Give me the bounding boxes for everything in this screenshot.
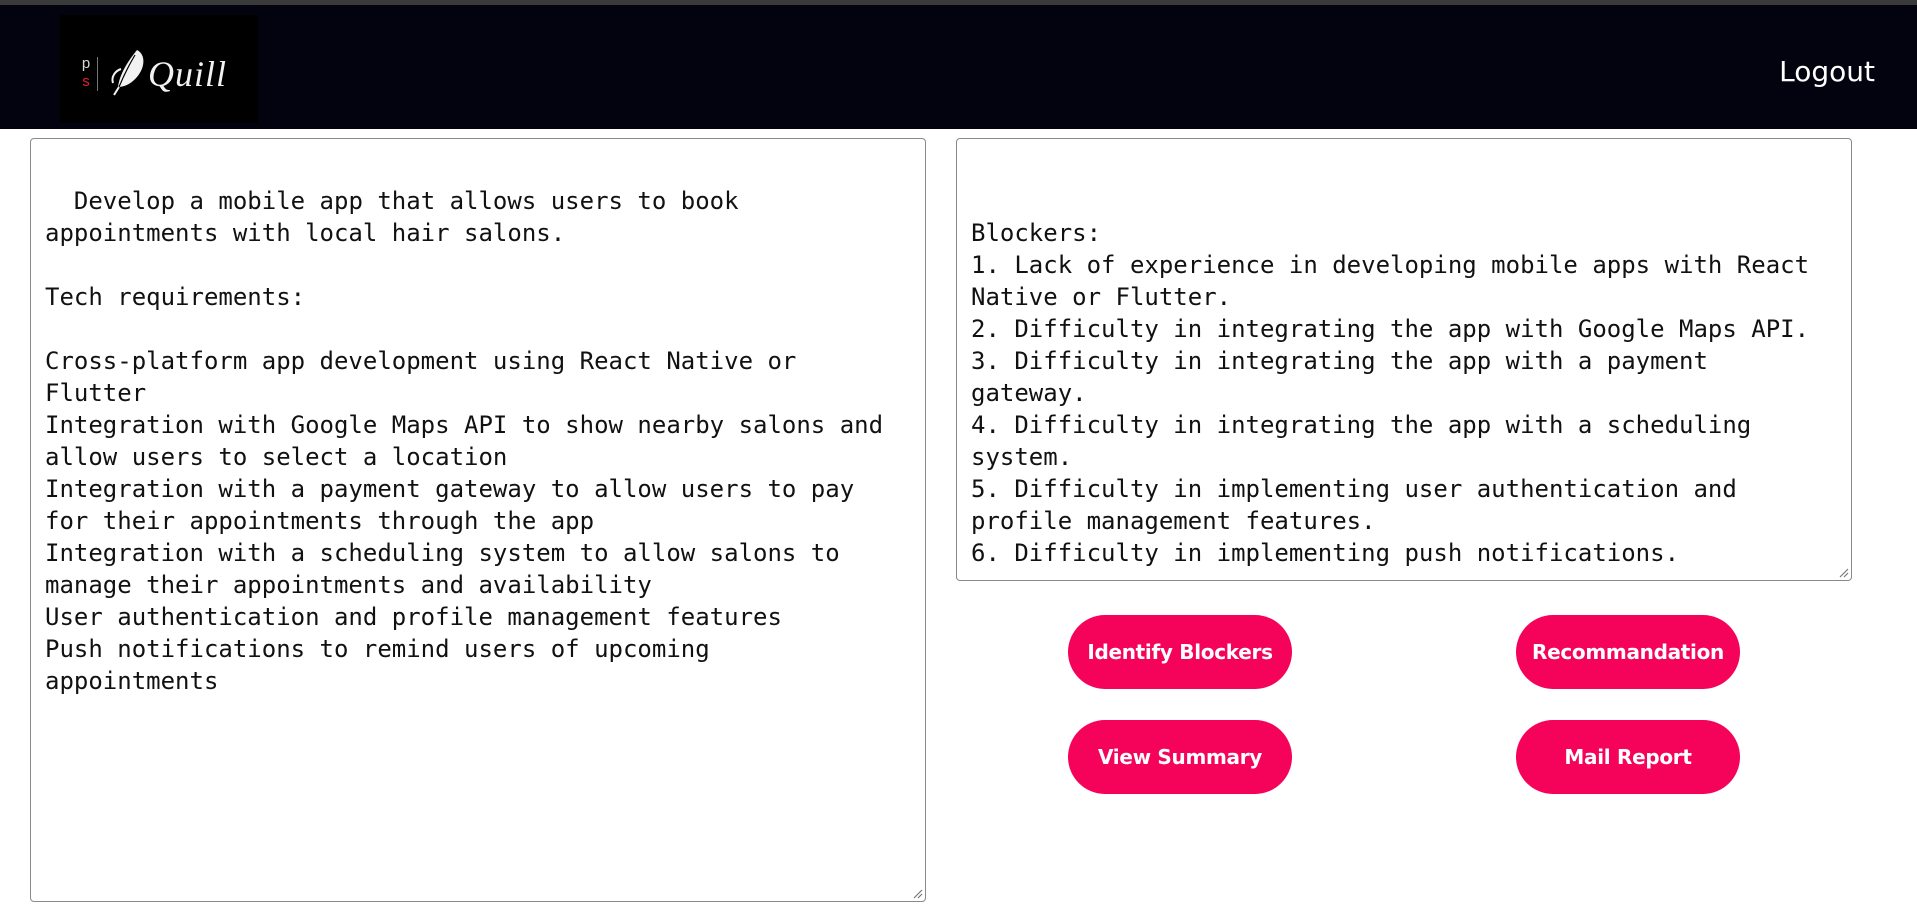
feather-quill-icon	[111, 50, 144, 96]
navbar: p s Quill Logout	[0, 5, 1917, 129]
view-summary-button[interactable]: View Summary	[1068, 720, 1292, 794]
resize-grip-icon[interactable]	[911, 887, 923, 899]
mail-report-button[interactable]: Mail Report	[1516, 720, 1740, 794]
results-text: Blockers: 1. Lack of experience in devel…	[971, 219, 1810, 567]
logo-mark: p s	[80, 55, 92, 91]
logo-mark-bottom: s	[82, 73, 90, 90]
requirements-textarea[interactable]: Develop a mobile app that allows users t…	[30, 138, 926, 902]
logo[interactable]: p s Quill	[60, 15, 258, 123]
logo-brand-text: Quill	[148, 54, 228, 94]
logo-divider	[97, 57, 98, 91]
results-textarea[interactable]: Blockers: 1. Lack of experience in devel…	[956, 138, 1852, 581]
recommendation-button[interactable]: Recommandation	[1516, 615, 1740, 689]
requirements-text: Develop a mobile app that allows users t…	[45, 187, 884, 695]
logo-mark-top: p	[81, 55, 91, 72]
resize-grip-icon[interactable]	[1837, 566, 1849, 578]
identify-blockers-button[interactable]: Identify Blockers	[1068, 615, 1292, 689]
logout-link[interactable]: Logout	[1779, 55, 1875, 88]
